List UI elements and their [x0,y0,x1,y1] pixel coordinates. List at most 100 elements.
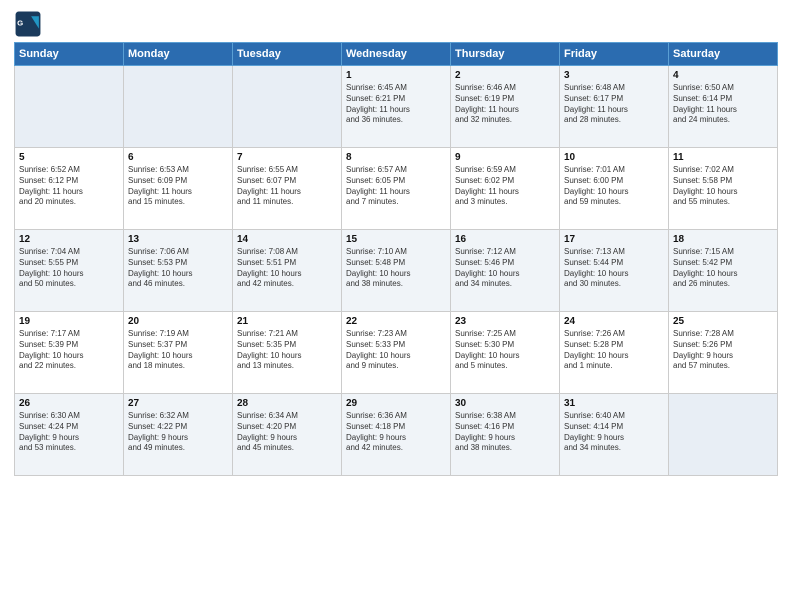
week-row-5: 26 Sunrise: 6:30 AM Sunset: 4:24 PM Dayli… [15,394,778,476]
day-info: Sunrise: 6:46 AM Sunset: 6:19 PM Dayligh… [455,83,555,126]
day-number: 1 [346,70,446,81]
day-cell: 28Sunrise: 6:34 AM Sunset: 4:20 PM Dayli… [233,394,342,476]
day-cell: 27 Sunrise: 6:32 AM Sunset: 4:22 PM Dayli… [124,394,233,476]
day-cell: 4Sunrise: 6:50 AM Sunset: 6:14 PM Daylig… [669,66,778,148]
day-number: 26 [19,398,119,409]
day-number: 10 [564,152,664,163]
day-number: 7 [237,152,337,163]
day-info: Sunrise: 7:13 AM Sunset: 5:44 PM Dayligh… [564,247,664,290]
day-cell: 10 Sunrise: 7:01 AM Sunset: 6:00 PM Dayli… [560,148,669,230]
day-number: 8 [346,152,446,163]
logo: G [14,10,46,38]
day-cell: 16 Sunrise: 7:12 AM Sunset: 5:46 PM Dayli… [451,230,560,312]
day-info: Sunrise: 7:26 AM Sunset: 5:28 PM Dayligh… [564,329,664,372]
day-info: Sunrise: 7:25 AM Sunset: 5:30 PM Dayligh… [455,329,555,372]
day-cell: 9 Sunrise: 6:59 AM Sunset: 6:02 PM Daylig… [451,148,560,230]
day-cell [669,394,778,476]
day-number: 2 [455,70,555,81]
day-cell [124,66,233,148]
day-info: Sunrise: 7:08 AM Sunset: 5:51 PM Dayligh… [237,247,337,290]
day-number: 15 [346,234,446,245]
day-number: 17 [564,234,664,245]
day-cell: 30Sunrise: 6:38 AM Sunset: 4:16 PM Dayli… [451,394,560,476]
day-number: 25 [673,316,773,327]
day-info: Sunrise: 6:40 AM Sunset: 4:14 PM Dayligh… [564,411,664,454]
day-info: Sunrise: 6:55 AM Sunset: 6:07 PM Dayligh… [237,165,337,208]
day-number: 21 [237,316,337,327]
day-cell: 2 Sunrise: 6:46 AM Sunset: 6:19 PM Daylig… [451,66,560,148]
day-number: 19 [19,316,119,327]
day-cell: 7 Sunrise: 6:55 AM Sunset: 6:07 PM Daylig… [233,148,342,230]
day-cell: 18Sunrise: 7:15 AM Sunset: 5:42 PM Dayli… [669,230,778,312]
day-info: Sunrise: 7:12 AM Sunset: 5:46 PM Dayligh… [455,247,555,290]
day-number: 11 [673,152,773,163]
weekday-header-tuesday: Tuesday [233,43,342,66]
day-number: 30 [455,398,555,409]
day-number: 24 [564,316,664,327]
day-info: Sunrise: 6:52 AM Sunset: 6:12 PM Dayligh… [19,165,119,208]
day-number: 6 [128,152,228,163]
day-info: Sunrise: 6:59 AM Sunset: 6:02 PM Dayligh… [455,165,555,208]
day-info: Sunrise: 7:06 AM Sunset: 5:53 PM Dayligh… [128,247,228,290]
day-info: Sunrise: 7:02 AM Sunset: 5:58 PM Dayligh… [673,165,773,208]
day-number: 23 [455,316,555,327]
day-info: Sunrise: 6:57 AM Sunset: 6:05 PM Dayligh… [346,165,446,208]
day-info: Sunrise: 7:01 AM Sunset: 6:00 PM Dayligh… [564,165,664,208]
day-number: 14 [237,234,337,245]
logo-icon: G [14,10,42,38]
week-row-1: 1Sunrise: 6:45 AM Sunset: 6:21 PM Daylig… [15,66,778,148]
day-info: Sunrise: 6:36 AM Sunset: 4:18 PM Dayligh… [346,411,446,454]
day-number: 13 [128,234,228,245]
day-number: 27 [128,398,228,409]
weekday-header-saturday: Saturday [669,43,778,66]
day-cell: 26 Sunrise: 6:30 AM Sunset: 4:24 PM Dayli… [15,394,124,476]
day-number: 29 [346,398,446,409]
day-cell: 24 Sunrise: 7:26 AM Sunset: 5:28 PM Dayli… [560,312,669,394]
day-number: 20 [128,316,228,327]
weekday-header-wednesday: Wednesday [342,43,451,66]
day-info: Sunrise: 7:17 AM Sunset: 5:39 PM Dayligh… [19,329,119,372]
day-number: 16 [455,234,555,245]
day-info: Sunrise: 6:50 AM Sunset: 6:14 PM Dayligh… [673,83,773,126]
day-cell [233,66,342,148]
day-number: 22 [346,316,446,327]
header: G [14,10,778,38]
day-cell: 5 Sunrise: 6:52 AM Sunset: 6:12 PM Daylig… [15,148,124,230]
day-cell: 21Sunrise: 7:21 AM Sunset: 5:35 PM Dayli… [233,312,342,394]
day-cell: 17 Sunrise: 7:13 AM Sunset: 5:44 PM Dayli… [560,230,669,312]
day-number: 5 [19,152,119,163]
day-cell: 15Sunrise: 7:10 AM Sunset: 5:48 PM Dayli… [342,230,451,312]
day-number: 12 [19,234,119,245]
weekday-header-thursday: Thursday [451,43,560,66]
day-cell: 13 Sunrise: 7:06 AM Sunset: 5:53 PM Dayli… [124,230,233,312]
day-info: Sunrise: 7:23 AM Sunset: 5:33 PM Dayligh… [346,329,446,372]
day-cell: 31Sunrise: 6:40 AM Sunset: 4:14 PM Dayli… [560,394,669,476]
day-cell: 1Sunrise: 6:45 AM Sunset: 6:21 PM Daylig… [342,66,451,148]
weekday-header-monday: Monday [124,43,233,66]
day-info: Sunrise: 7:04 AM Sunset: 5:55 PM Dayligh… [19,247,119,290]
day-info: Sunrise: 7:28 AM Sunset: 5:26 PM Dayligh… [673,329,773,372]
day-cell: 8 Sunrise: 6:57 AM Sunset: 6:05 PM Daylig… [342,148,451,230]
weekday-header-sunday: Sunday [15,43,124,66]
day-info: Sunrise: 6:32 AM Sunset: 4:22 PM Dayligh… [128,411,228,454]
day-info: Sunrise: 6:30 AM Sunset: 4:24 PM Dayligh… [19,411,119,454]
day-number: 9 [455,152,555,163]
day-cell: 19 Sunrise: 7:17 AM Sunset: 5:39 PM Dayli… [15,312,124,394]
week-row-2: 5 Sunrise: 6:52 AM Sunset: 6:12 PM Daylig… [15,148,778,230]
day-cell: 14 Sunrise: 7:08 AM Sunset: 5:51 PM Dayli… [233,230,342,312]
day-number: 28 [237,398,337,409]
page-container: G SundayMondayTuesdayWednesdayThursdayFr… [0,0,792,484]
day-cell: 6 Sunrise: 6:53 AM Sunset: 6:09 PM Daylig… [124,148,233,230]
day-cell: 23 Sunrise: 7:25 AM Sunset: 5:30 PM Dayli… [451,312,560,394]
week-row-4: 19 Sunrise: 7:17 AM Sunset: 5:39 PM Dayli… [15,312,778,394]
day-number: 3 [564,70,664,81]
day-cell: 20 Sunrise: 7:19 AM Sunset: 5:37 PM Dayli… [124,312,233,394]
weekday-header-friday: Friday [560,43,669,66]
day-info: Sunrise: 7:19 AM Sunset: 5:37 PM Dayligh… [128,329,228,372]
weekday-header-row: SundayMondayTuesdayWednesdayThursdayFrid… [15,43,778,66]
day-number: 18 [673,234,773,245]
day-cell: 22 Sunrise: 7:23 AM Sunset: 5:33 PM Dayli… [342,312,451,394]
svg-text:G: G [17,19,23,28]
day-info: Sunrise: 6:53 AM Sunset: 6:09 PM Dayligh… [128,165,228,208]
week-row-3: 12 Sunrise: 7:04 AM Sunset: 5:55 PM Dayli… [15,230,778,312]
